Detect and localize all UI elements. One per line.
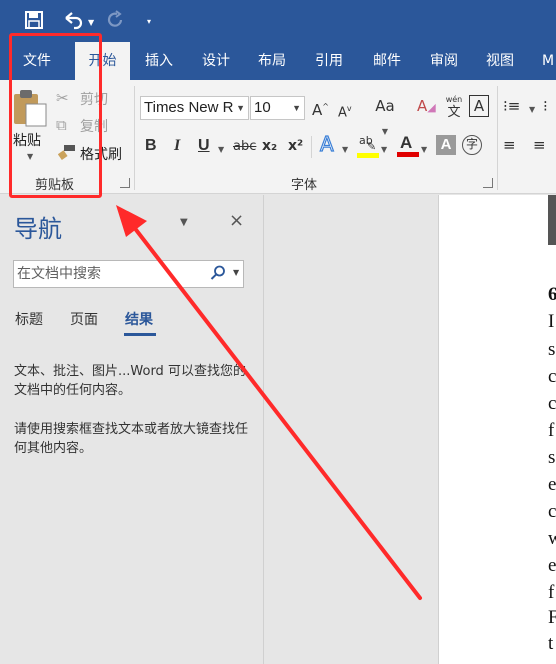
doc-text-char: e	[548, 555, 556, 576]
highlight-color-icon[interactable]: ab ✎	[357, 134, 379, 158]
navigation-pane: 导航 ▼ × ▼ 标题 页面 结果 文本、批注、图片...Word 可以查找您的…	[0, 195, 264, 664]
doc-text-char: f	[548, 582, 555, 603]
tab-references[interactable]: 引用	[306, 42, 352, 80]
document-page[interactable]	[438, 195, 556, 664]
nav-search-box: ▼	[13, 260, 244, 288]
tab-pages[interactable]: 页面	[70, 309, 98, 329]
chevron-down-icon[interactable]: ▼	[342, 140, 348, 160]
phonetic-guide-button[interactable]: wén 文	[444, 94, 464, 120]
numbering-icon[interactable]: ⁝	[543, 96, 548, 116]
tab-design[interactable]: 设计	[193, 42, 239, 80]
doc-text-char: 6	[548, 284, 556, 305]
doc-text-char: s	[548, 339, 556, 360]
doc-text-char: f	[548, 420, 555, 441]
nav-help-text-1: 文本、批注、图片...Word 可以查找您的文档中的任何内容。	[14, 364, 246, 398]
annotation-highlight-box	[9, 33, 102, 198]
superscript-button[interactable]: x²	[288, 136, 303, 156]
subscript-button[interactable]: x₂	[262, 136, 277, 156]
search-input[interactable]	[17, 264, 202, 284]
doc-text-char: c	[548, 501, 556, 522]
phonetic-guide-char: 文	[447, 105, 461, 120]
tab-results[interactable]: 结果	[125, 309, 153, 329]
chevron-down-icon[interactable]: ▼	[233, 268, 239, 277]
align-left-icon[interactable]: ≡	[503, 135, 516, 155]
tab-review[interactable]: 审阅	[421, 42, 467, 80]
font-name-combo[interactable]: Times New R ▼	[140, 96, 249, 120]
font-size-value: 10	[254, 99, 271, 116]
tab-more[interactable]: M	[538, 42, 556, 80]
undo-dropdown-icon[interactable]: ▼	[88, 13, 94, 33]
group-separator	[134, 86, 135, 190]
shrink-font-icon[interactable]: Av	[338, 99, 352, 123]
nav-help-text-2: 请使用搜索框查找文本或者放大镜查找任何其他内容。	[14, 422, 249, 456]
active-tab-indicator	[124, 333, 156, 336]
doc-text-char: F	[548, 607, 556, 628]
redo-icon[interactable]	[106, 10, 126, 35]
chevron-down-icon[interactable]: ▼	[218, 140, 224, 160]
save-icon[interactable]	[24, 10, 44, 35]
chevron-down-icon[interactable]: ▼	[421, 140, 427, 160]
chevron-down-icon: ▼	[236, 103, 245, 113]
group-separator	[311, 136, 312, 158]
underline-button[interactable]: U	[198, 136, 210, 156]
clear-formatting-icon[interactable]: A◢	[417, 96, 436, 118]
doc-text-char: c	[548, 393, 556, 414]
nav-pane-options-icon[interactable]: ▼	[180, 217, 188, 228]
doc-text-char: I	[548, 311, 555, 332]
grow-font-icon[interactable]: A^	[312, 97, 329, 120]
tab-headings[interactable]: 标题	[15, 309, 43, 329]
group-separator	[497, 86, 498, 190]
doc-text-char: c	[548, 366, 556, 387]
chevron-down-icon: ▼	[292, 103, 301, 113]
font-size-combo[interactable]: 10 ▼	[250, 96, 305, 120]
change-case-label: Aa	[375, 97, 395, 115]
doc-text-char: w	[548, 528, 556, 549]
bold-button[interactable]: B	[145, 136, 157, 156]
tab-view[interactable]: 视图	[477, 42, 523, 80]
tab-layout[interactable]: 布局	[249, 42, 295, 80]
chevron-down-icon[interactable]: ▼	[529, 100, 535, 120]
strikethrough-button[interactable]: abc	[233, 137, 256, 157]
doc-text-char: e	[548, 474, 556, 495]
doc-text-char: s	[548, 447, 556, 468]
font-color-icon[interactable]: A	[397, 133, 419, 157]
text-effects-icon[interactable]: A	[319, 133, 334, 154]
nav-pane-title: 导航	[14, 215, 62, 243]
character-shading-icon[interactable]: A	[436, 135, 456, 155]
customize-qat-icon[interactable]: ▾	[147, 12, 151, 32]
doc-text-char: t	[548, 633, 554, 654]
phonetic-guide-pinyin: wén	[445, 95, 463, 104]
font-group-label: 字体	[291, 178, 318, 193]
character-border-button[interactable]: A	[469, 95, 489, 117]
chevron-down-icon[interactable]: ▼	[381, 140, 387, 160]
document-image	[548, 195, 556, 245]
chevron-down-icon: ▼	[381, 127, 389, 136]
font-name-value: Times New R	[144, 99, 234, 116]
font-dialog-launcher-icon[interactable]	[483, 178, 493, 188]
search-icon[interactable]	[210, 265, 226, 285]
close-icon[interactable]: ×	[229, 210, 244, 231]
bullets-icon[interactable]: ⁝≡	[503, 96, 520, 116]
tab-insert[interactable]: 插入	[136, 42, 182, 80]
italic-button[interactable]: I	[174, 136, 180, 156]
clipboard-dialog-launcher-icon[interactable]	[120, 178, 130, 188]
tab-mailings[interactable]: 邮件	[364, 42, 410, 80]
enclose-characters-icon[interactable]: 字	[462, 135, 482, 155]
undo-icon[interactable]	[62, 10, 84, 35]
word-window: ▼ ▾ 文件 开始 插入 设计 布局 引用 邮件 审阅 视图 M 粘贴 ▼ ✂ …	[0, 0, 556, 664]
align-center-icon[interactable]: ≡	[533, 135, 546, 155]
